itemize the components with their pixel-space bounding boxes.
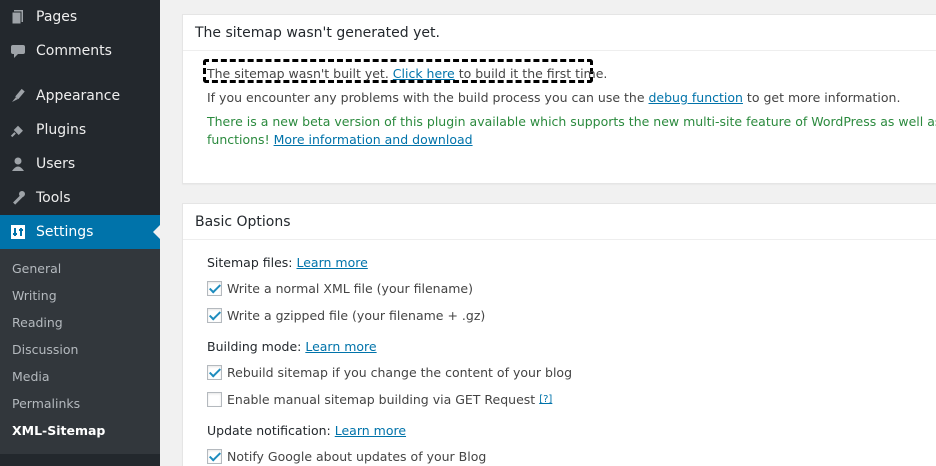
sitemap-files-heading: Sitemap files: Learn more	[207, 255, 368, 270]
write-gz-checkbox[interactable]	[207, 308, 222, 323]
status-line2-post: to get more information.	[742, 90, 901, 105]
write-gz-option[interactable]: Write a gzipped file (your filename + .g…	[207, 308, 485, 323]
active-menu-arrow	[153, 225, 160, 239]
build-now-link[interactable]: Click here	[393, 66, 455, 81]
menu-plugins[interactable]: Plugins	[0, 113, 160, 147]
write-gz-label: Write a gzipped file (your filename + .g…	[227, 308, 486, 323]
status-line-not-built: The sitemap wasn't built yet. Click here…	[207, 66, 607, 81]
building-mode-learn-more-link[interactable]: Learn more	[305, 339, 376, 354]
menu-comments[interactable]: Comments	[0, 34, 160, 68]
notify-google-checkbox[interactable]	[207, 449, 222, 464]
submenu-writing[interactable]: Writing	[12, 288, 57, 303]
beta-notice-pre: functions!	[207, 132, 274, 147]
menu-tools[interactable]: Tools	[0, 181, 160, 215]
manual-build-checkbox[interactable]	[207, 392, 222, 407]
basic-options-box: Basic Options Sitemap files: Learn more …	[182, 203, 936, 466]
write-xml-label: Write a normal XML file (your filename)	[227, 281, 473, 296]
submenu-general[interactable]: General	[12, 261, 61, 276]
settings-submenu: General Writing Reading Discussion Media…	[0, 249, 160, 454]
admin-sidebar: Pages Comments Appearance Plugins Users …	[0, 0, 160, 466]
submenu-xml-sitemap[interactable]: XML-Sitemap	[12, 423, 105, 438]
menu-plugins-label: Plugins	[36, 122, 87, 138]
menu-appearance-label: Appearance	[36, 88, 121, 104]
update-notification-label: Update notification:	[207, 423, 331, 438]
status-box-title: The sitemap wasn't generated yet.	[183, 15, 936, 51]
rebuild-label: Rebuild sitemap if you change the conten…	[227, 365, 573, 380]
building-mode-heading: Building mode: Learn more	[207, 339, 377, 354]
rebuild-checkbox[interactable]	[207, 365, 222, 380]
manual-build-help-link[interactable]: [?]	[539, 394, 552, 405]
building-mode-label: Building mode:	[207, 339, 302, 354]
settings-icon	[0, 224, 36, 240]
sitemap-files-label: Sitemap files:	[207, 255, 293, 270]
write-xml-option[interactable]: Write a normal XML file (your filename)	[207, 281, 473, 296]
menu-settings[interactable]: Settings	[0, 215, 160, 249]
status-line-debug: If you encounter any problems with the b…	[207, 90, 900, 105]
notify-google-option[interactable]: Notify Google about updates of your Blog	[207, 449, 486, 464]
menu-settings-label: Settings	[36, 224, 94, 240]
notify-google-label: Notify Google about updates of your Blog	[227, 449, 487, 464]
update-notification-heading: Update notification: Learn more	[207, 423, 406, 438]
submenu-reading[interactable]: Reading	[12, 315, 63, 330]
menu-tools-label: Tools	[36, 190, 71, 206]
basic-options-title: Basic Options	[183, 204, 936, 240]
manual-build-label: Enable manual sitemap building via GET R…	[227, 392, 536, 407]
beta-notice-line: There is a new beta version of this plug…	[207, 114, 936, 129]
comments-icon	[0, 43, 36, 59]
pages-icon	[0, 9, 36, 25]
menu-pages[interactable]: Pages	[0, 0, 160, 34]
submenu-permalinks[interactable]: Permalinks	[12, 396, 80, 411]
submenu-discussion[interactable]: Discussion	[12, 342, 78, 357]
debug-function-link[interactable]: debug function	[649, 90, 743, 105]
beta-notice-line2: functions! More information and download	[207, 132, 473, 147]
sitemap-status-box: The sitemap wasn't generated yet. The si…	[182, 14, 936, 184]
menu-users-label: Users	[36, 156, 76, 172]
rebuild-option[interactable]: Rebuild sitemap if you change the conten…	[207, 365, 572, 380]
more-info-download-link[interactable]: More information and download	[274, 132, 473, 147]
users-icon	[0, 156, 36, 172]
status-line1-pre: The sitemap wasn't built yet.	[207, 66, 393, 81]
menu-pages-label: Pages	[36, 9, 78, 25]
sitemap-files-learn-more-link[interactable]: Learn more	[297, 255, 368, 270]
plugins-icon	[0, 122, 36, 138]
menu-comments-label: Comments	[36, 43, 112, 59]
appearance-icon	[0, 88, 36, 104]
update-notification-learn-more-link[interactable]: Learn more	[335, 423, 406, 438]
write-xml-checkbox[interactable]	[207, 281, 222, 296]
status-line2-pre: If you encounter any problems with the b…	[207, 90, 649, 105]
menu-users[interactable]: Users	[0, 147, 160, 181]
menu-appearance[interactable]: Appearance	[0, 79, 160, 113]
status-line1-post: to build it the first time.	[454, 66, 608, 81]
submenu-media[interactable]: Media	[12, 369, 50, 384]
tools-icon	[0, 190, 36, 206]
manual-build-option[interactable]: Enable manual sitemap building via GET R…	[207, 392, 552, 407]
